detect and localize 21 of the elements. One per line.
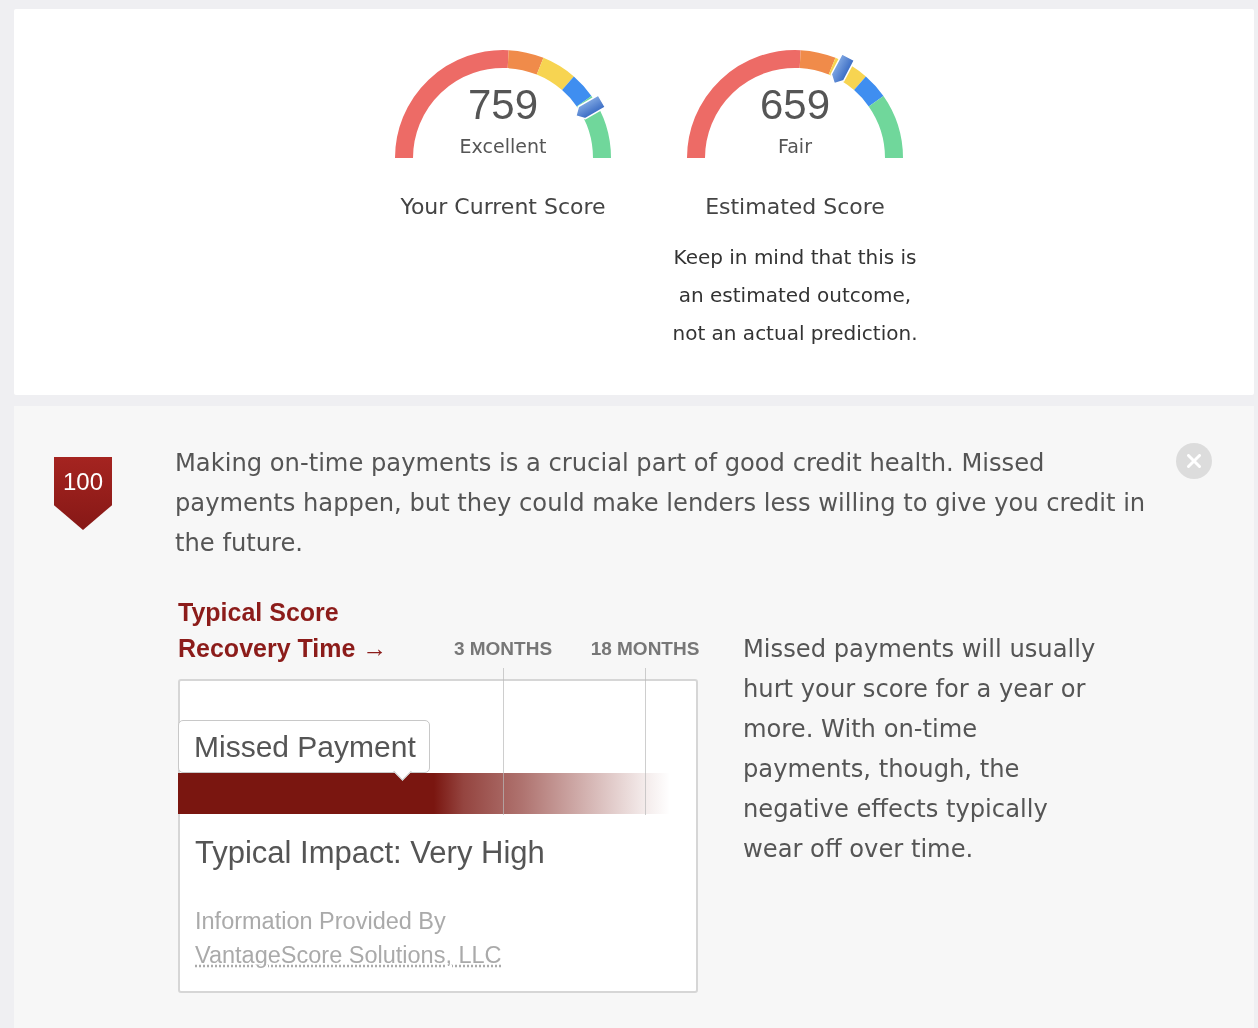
tick-label: 3 MONTHS [453, 638, 553, 660]
impact-text: Typical Impact: Very High [195, 834, 546, 872]
gauge-segment [828, 58, 866, 91]
close-button[interactable] [1176, 443, 1212, 479]
score-value: 759 [467, 82, 539, 128]
close-icon [1187, 454, 1201, 468]
tick-label: 18 MONTHS [590, 638, 700, 660]
gauge-segment [536, 58, 574, 91]
score-value: 659 [759, 82, 831, 128]
chart-title: Typical Score Recovery Time → [178, 597, 389, 664]
score-rating: Fair [778, 134, 812, 158]
gauge-title: Your Current Score [400, 193, 606, 221]
tip-message: Making on-time payments is a crucial part of good credit health. Missed payments happen, but they could make lenders less willing to give you credit in the future. [175, 448, 1147, 559]
gauge-title: Estimated Score [705, 193, 885, 221]
bar-label-tooltip: Missed Payment [178, 720, 430, 783]
source-link[interactable]: VantageScore Solutions, LLC [195, 938, 502, 972]
score-rating: Excellent [459, 134, 547, 158]
gauge-note: Keep in mind that this is an estimated outcome, not an actual prediction. [671, 244, 919, 347]
points-badge: 100 [54, 457, 112, 530]
source-text: Information Provided By [195, 907, 446, 936]
explanation-text: Missed payments will usually hurt your score for a year or more. With on-time payments, though, the negative effects typically wear off over time. [743, 634, 1097, 865]
